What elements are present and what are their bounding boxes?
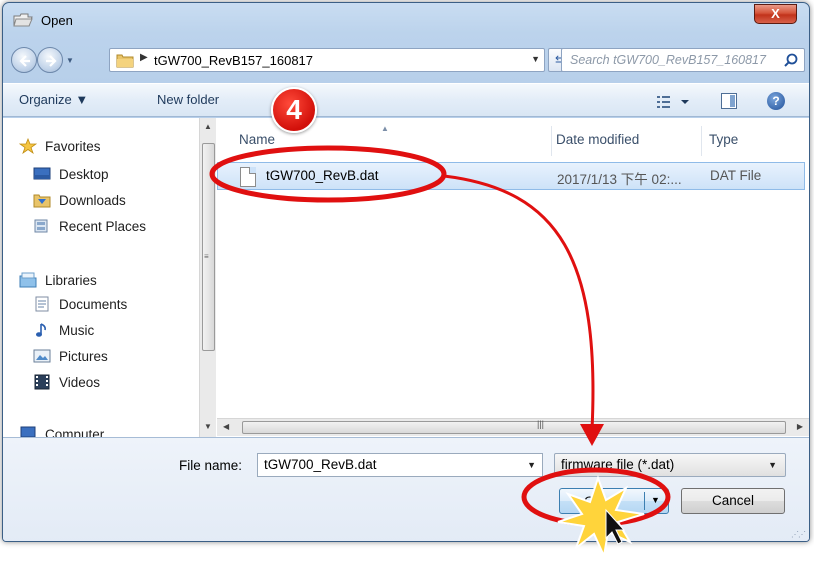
sort-ascending-icon: ▲: [381, 124, 389, 133]
address-dropdown[interactable]: ▼: [531, 54, 540, 64]
file-name-field[interactable]: tGW700_RevB.dat ▼: [257, 453, 543, 477]
sidebar-item-label: Documents: [59, 296, 128, 312]
command-bar: Organize ▼ New folder ?: [3, 83, 809, 117]
search-input[interactable]: Search tGW700_RevB157_160817: [561, 48, 805, 72]
scroll-right-icon[interactable]: ▶: [797, 422, 803, 431]
address-bar[interactable]: ▶ tGW700_RevB157_160817 ▼: [109, 48, 545, 72]
videos-icon: [34, 374, 50, 390]
libraries-icon: [19, 272, 37, 288]
sidebar-item-downloads[interactable]: Downloads: [33, 190, 126, 210]
window-title: Open: [41, 13, 73, 28]
downloads-folder-icon: [33, 194, 51, 208]
split-divider: [644, 492, 645, 510]
music-icon: [36, 323, 46, 337]
forward-button[interactable]: [37, 47, 63, 73]
breadcrumb-separator-icon[interactable]: ▶: [140, 52, 148, 63]
content-area: Favorites Desktop Downloads Recent Place…: [3, 118, 809, 437]
column-header-type[interactable]: Type: [709, 132, 738, 147]
back-arrow-icon: [19, 55, 30, 67]
cancel-button[interactable]: Cancel: [681, 488, 785, 514]
sidebar-item-computer[interactable]: Computer: [19, 424, 104, 437]
resize-grip-icon[interactable]: ⋰⋰: [791, 530, 806, 539]
sidebar-item-label: Favorites: [45, 138, 101, 154]
column-divider[interactable]: [701, 126, 702, 156]
column-header-name[interactable]: Name: [239, 132, 275, 147]
sidebar-item-label: Videos: [59, 374, 101, 390]
folder-icon: [116, 54, 134, 68]
table-row[interactable]: tGW700_RevB.dat 2017/1/13 下午 02:... DAT …: [217, 162, 805, 190]
navigation-scrollbar[interactable]: ▲ ≡ ▼: [199, 118, 216, 437]
scrollbar-grip-icon: ≡: [204, 252, 209, 261]
close-button[interactable]: X: [754, 4, 797, 24]
file-type-cell: DAT File: [710, 168, 762, 183]
search-placeholder: Search tGW700_RevB157_160817: [570, 53, 766, 67]
scroll-down-icon[interactable]: ▼: [204, 422, 212, 431]
sidebar-item-desktop[interactable]: Desktop: [33, 164, 109, 184]
sidebar-item-documents[interactable]: Documents: [33, 294, 127, 314]
views-icon[interactable]: [655, 93, 695, 111]
step-number-badge: 4: [271, 87, 317, 133]
navigation-pane: Favorites Desktop Downloads Recent Place…: [3, 118, 217, 437]
open-options-dropdown[interactable]: ▼: [651, 495, 660, 505]
column-header-date-modified[interactable]: Date modified: [556, 132, 639, 147]
file-name-label: File name:: [179, 458, 243, 473]
open-file-dialog: Open X ▼ ▶ tGW700_RevB157_160817 ▼ ⇆ Sea…: [2, 2, 810, 542]
sidebar-item-pictures[interactable]: Pictures: [33, 346, 108, 366]
back-button[interactable]: [11, 47, 37, 73]
address-row: ▼ ▶ tGW700_RevB157_160817 ▼ ⇆ Search tGW…: [3, 45, 809, 75]
recent-places-icon: [34, 219, 48, 233]
file-type-value: firmware file (*.dat): [561, 457, 675, 472]
help-icon[interactable]: ?: [767, 92, 785, 110]
breadcrumb[interactable]: tGW700_RevB157_160817: [154, 53, 313, 68]
sidebar-item-label: Desktop: [59, 166, 109, 182]
sidebar-item-label: Recent Places: [59, 218, 147, 234]
pictures-icon: [33, 349, 51, 363]
sidebar-item-label: Music: [59, 322, 95, 338]
new-folder-button[interactable]: New folder: [157, 92, 219, 107]
file-type-select[interactable]: firmware file (*.dat) ▼: [554, 453, 786, 477]
column-divider[interactable]: [551, 126, 552, 156]
horizontal-scrollbar[interactable]: ◀ ||| ▶: [217, 418, 809, 436]
scrollbar-thumb[interactable]: [242, 421, 786, 434]
sidebar-item-libraries[interactable]: Libraries: [19, 270, 97, 290]
chevron-down-icon: ▼: [768, 460, 777, 470]
chevron-down-icon[interactable]: ▼: [527, 460, 536, 470]
file-icon: [240, 167, 256, 187]
sidebar-item-music[interactable]: Music: [33, 320, 94, 340]
star-icon: [19, 138, 37, 154]
desktop-icon: [33, 167, 51, 180]
scrollbar-grip-icon: |||: [537, 419, 545, 429]
open-button-label: Open: [584, 494, 618, 509]
computer-icon: [20, 426, 36, 437]
sidebar-item-label: Libraries: [45, 272, 97, 288]
open-button[interactable]: Open ▼: [559, 488, 669, 514]
scroll-up-icon[interactable]: ▲: [204, 122, 212, 131]
sidebar-item-label: Computer: [45, 426, 105, 438]
sidebar-item-recent-places[interactable]: Recent Places: [33, 216, 146, 236]
sidebar-item-videos[interactable]: Videos: [33, 372, 100, 392]
title-bar: Open X: [3, 3, 809, 39]
open-folder-icon: [13, 13, 33, 27]
file-name-cell[interactable]: tGW700_RevB.dat: [266, 168, 379, 183]
file-date-cell: 2017/1/13 下午 02:...: [557, 172, 682, 187]
scrollbar-thumb[interactable]: [202, 143, 215, 351]
scroll-left-icon[interactable]: ◀: [223, 422, 229, 431]
organize-button[interactable]: Organize ▼: [19, 92, 88, 107]
documents-icon: [35, 296, 49, 312]
search-icon: [784, 53, 798, 67]
dialog-footer: File name: tGW700_RevB.dat ▼ firmware fi…: [3, 437, 809, 541]
forward-arrow-icon: [46, 55, 57, 67]
sidebar-item-favorites[interactable]: Favorites: [19, 136, 101, 156]
file-name-value: tGW700_RevB.dat: [264, 457, 377, 472]
preview-pane-icon[interactable]: [721, 93, 737, 109]
recent-locations-dropdown[interactable]: ▼: [66, 56, 74, 65]
sidebar-item-label: Pictures: [59, 348, 108, 364]
file-list: ▲ Name Date modified Type tGW700_RevB.da…: [217, 118, 809, 437]
sidebar-item-label: Downloads: [59, 192, 126, 208]
